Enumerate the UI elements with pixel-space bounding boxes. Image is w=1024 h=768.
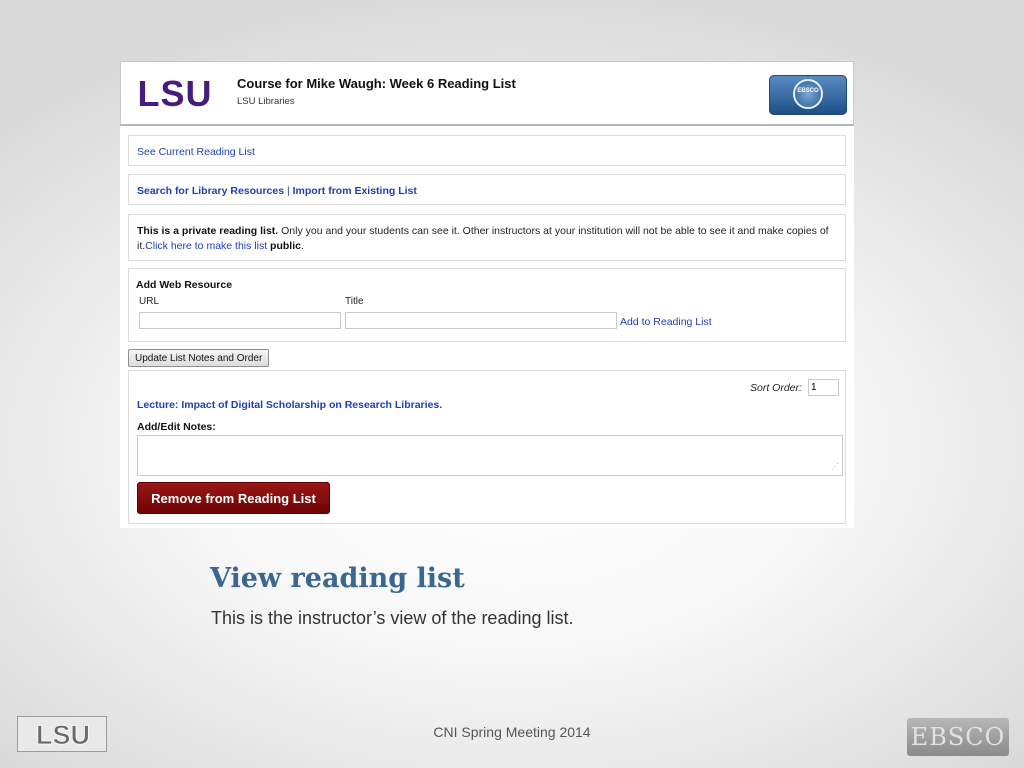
course-title: Course for Mike Waugh: Week 6 Reading Li… (237, 76, 516, 91)
current-list-panel: See Current Reading List (128, 135, 846, 166)
reading-list-item: Sort Order: Lecture: Impact of Digital S… (128, 370, 846, 524)
reading-list-screenshot: LSU Course for Mike Waugh: Week 6 Readin… (120, 61, 854, 528)
link-separator: | (284, 185, 293, 197)
url-label: URL (139, 296, 160, 307)
private-notice-panel: This is a private reading list. Only you… (128, 214, 846, 261)
notes-textarea[interactable] (137, 435, 843, 476)
course-subtitle: LSU Libraries (237, 96, 295, 107)
see-current-reading-list-link[interactable]: See Current Reading List (137, 146, 255, 158)
add-web-resource-heading: Add Web Resource (136, 279, 233, 291)
remove-from-reading-list-button[interactable]: Remove from Reading List (137, 482, 330, 514)
lsu-logo: LSU (138, 78, 213, 110)
url-input[interactable] (139, 312, 341, 329)
private-notice-text: This is a private reading list. Only you… (137, 225, 829, 252)
sort-order-label: Sort Order: (750, 382, 802, 394)
update-list-notes-order-button[interactable]: Update List Notes and Order (128, 349, 270, 367)
title-input[interactable] (345, 312, 617, 329)
add-to-reading-list-link[interactable]: Add to Reading List (620, 316, 712, 328)
slide-description: This is the instructor’s view of the rea… (211, 608, 574, 628)
course-header: LSU Course for Mike Waugh: Week 6 Readin… (120, 61, 854, 126)
lsu-logo-text: LSU (138, 78, 213, 110)
title-label: Title (345, 296, 364, 307)
resize-grip-icon[interactable]: ⋰ (831, 462, 839, 471)
notes-label: Add/Edit Notes: (137, 421, 216, 433)
make-public-link[interactable]: Click here to make this list public (145, 240, 301, 252)
ebsco-badge-icon[interactable]: EBSCO (769, 75, 847, 115)
search-panel: Search for Library Resources | Import fr… (128, 174, 846, 205)
footer-meeting-text: CNI Spring Meeting 2014 (433, 724, 591, 740)
lecture-title-link[interactable]: Lecture: Impact of Digital Scholarship o… (137, 399, 442, 411)
private-notice-bold: This is a private reading list. (137, 225, 279, 237)
slide-title: View reading list (210, 563, 465, 594)
add-web-resource-panel: Add Web Resource URL Title Add to Readin… (128, 268, 846, 342)
import-existing-list-link[interactable]: Import from Existing List (293, 185, 417, 197)
footer-ebsco-logo: EBSCO (907, 718, 1009, 756)
search-library-resources-link[interactable]: Search for Library Resources (137, 185, 284, 197)
sort-order-input[interactable] (808, 379, 839, 396)
ebsco-badge-text: EBSCO (797, 88, 819, 94)
